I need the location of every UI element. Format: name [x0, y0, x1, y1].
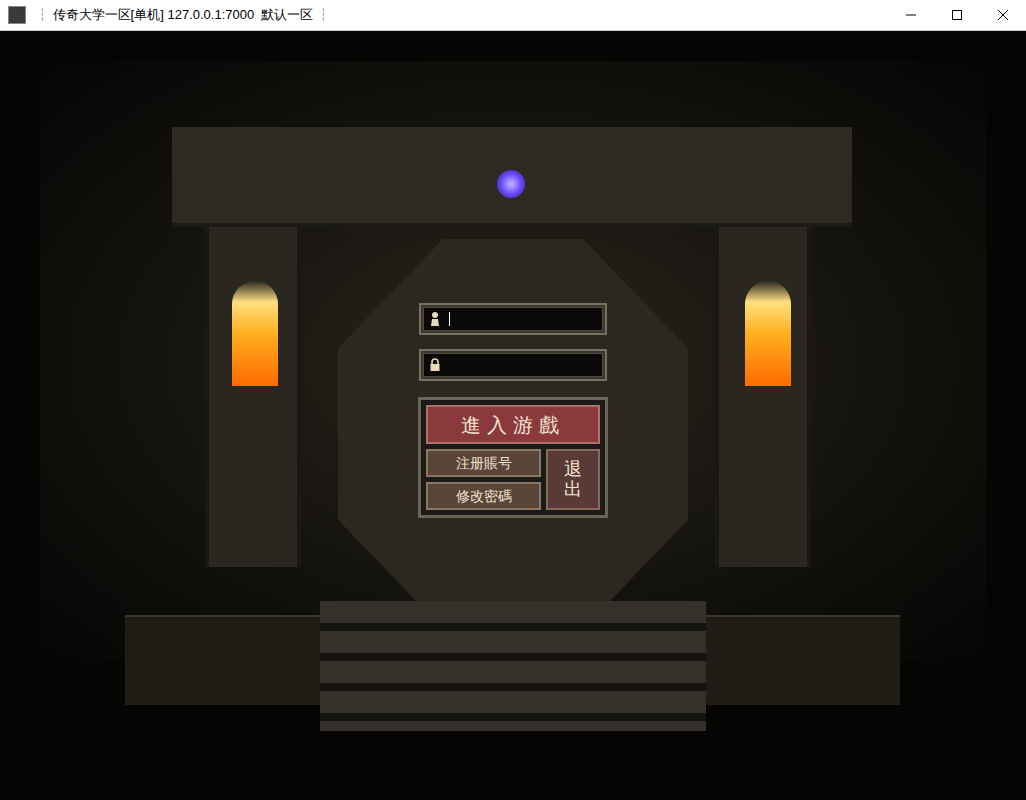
left-torch — [232, 281, 278, 386]
left-pillar — [205, 227, 301, 567]
minimize-icon — [906, 10, 916, 20]
text-caret — [449, 312, 450, 326]
close-button[interactable] — [980, 0, 1026, 31]
user-icon — [429, 311, 441, 327]
window-title: ┆ 传奇大学一区[单机] 127.0.0.1:7000 默认一区 ┆ — [36, 5, 330, 25]
lock-icon — [429, 358, 441, 372]
game-scene: 進入游戲注册賬号修改密碼退出 — [0, 31, 1026, 800]
password-field[interactable] — [419, 349, 607, 381]
account-field[interactable] — [419, 303, 607, 335]
change-password-button[interactable]: 修改密碼 — [426, 482, 541, 510]
right-torch — [745, 281, 791, 386]
maximize-icon — [952, 10, 962, 20]
close-icon — [998, 10, 1008, 20]
register-button[interactable]: 注册賬号 — [426, 449, 541, 477]
button-box: 進入游戲注册賬号修改密碼退出 — [418, 397, 608, 518]
gem — [497, 170, 525, 198]
login-panel: 進入游戲注册賬号修改密碼退出 — [418, 303, 608, 518]
exit-button[interactable]: 退出 — [546, 449, 600, 510]
maximize-button[interactable] — [934, 0, 980, 31]
title-bar: ┆ 传奇大学一区[单机] 127.0.0.1:7000 默认一区 ┆ — [0, 0, 1026, 31]
app-window: ┆ 传奇大学一区[单机] 127.0.0.1:7000 默认一区 ┆ 進入游戲注册… — [0, 0, 1026, 800]
steps — [320, 601, 706, 731]
app-icon — [8, 6, 26, 24]
minimize-button[interactable] — [888, 0, 934, 31]
right-pillar — [715, 227, 811, 567]
enter-game-button[interactable]: 進入游戲 — [426, 405, 600, 444]
